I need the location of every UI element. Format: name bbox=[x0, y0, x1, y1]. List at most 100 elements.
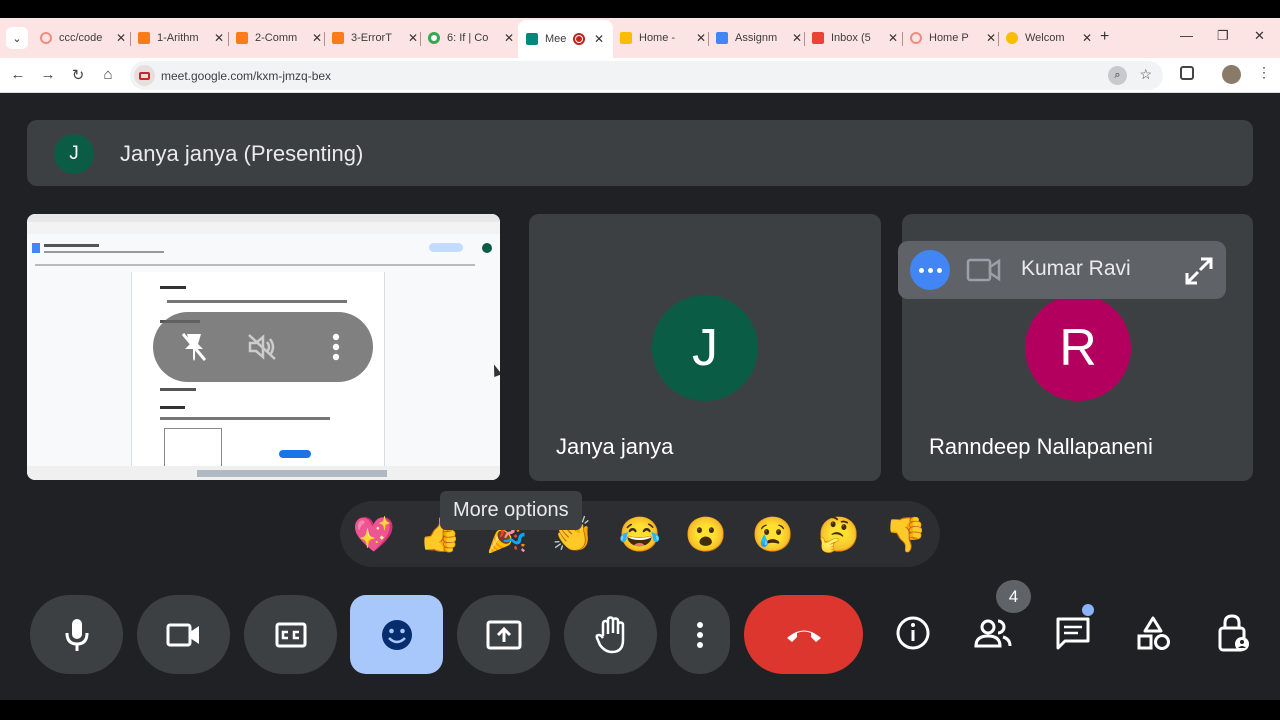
self-view-bar: Kumar Ravi bbox=[898, 241, 1226, 299]
tab-favicon-icon bbox=[428, 32, 440, 44]
back-button[interactable]: ← bbox=[9, 66, 27, 83]
tab-close-icon[interactable]: ✕ bbox=[695, 31, 707, 45]
unpin-icon[interactable] bbox=[173, 326, 215, 368]
docs-favicon-icon bbox=[716, 32, 728, 44]
send-reaction-button[interactable] bbox=[350, 595, 443, 674]
participant-tile[interactable]: J Janya janya bbox=[529, 214, 881, 481]
tab-close-icon[interactable]: ✕ bbox=[213, 31, 225, 45]
meeting-details-button[interactable] bbox=[891, 611, 935, 655]
tooltip: More options bbox=[440, 491, 582, 530]
top-letterbox bbox=[0, 0, 1280, 18]
site-info-icon[interactable] bbox=[134, 65, 155, 86]
muted-audio-icon[interactable] bbox=[241, 326, 283, 368]
tab-strip: ⌄ ccc/code ✕ 1-Arithm ✕ 2-Comm ✕ 3-Error… bbox=[0, 18, 1280, 58]
browser-tab[interactable]: 1-Arithm ✕ bbox=[138, 24, 225, 52]
tile-controls-overlay bbox=[153, 312, 373, 382]
tab-label: 6: If | Co bbox=[447, 32, 489, 44]
presenter-banner: J Janya janya (Presenting) bbox=[27, 120, 1253, 186]
new-tab-button[interactable]: + bbox=[1100, 28, 1109, 46]
extensions-icon[interactable] bbox=[1180, 66, 1194, 80]
tab-label: Welcom bbox=[1025, 32, 1065, 44]
close-window-button[interactable]: ✕ bbox=[1254, 28, 1265, 44]
tab-favicon-icon bbox=[910, 32, 922, 44]
tab-label: Assignm bbox=[735, 32, 778, 44]
more-vert-icon[interactable] bbox=[315, 326, 357, 368]
browser-tab[interactable]: 2-Comm ✕ bbox=[236, 24, 323, 52]
closed-captions-icon bbox=[275, 622, 306, 647]
address-row: ← → ↻ ⌂ meet.google.com/kxm-jmzq-bex ⌕ ☆… bbox=[0, 58, 1280, 93]
emoji-smile-icon bbox=[381, 619, 412, 650]
tab-favicon-icon bbox=[332, 32, 344, 44]
gmail-favicon-icon bbox=[812, 32, 824, 44]
browser-tab[interactable]: 3-ErrorT ✕ bbox=[332, 24, 419, 52]
meet-favicon-icon bbox=[526, 33, 538, 45]
microphone-button[interactable] bbox=[30, 595, 123, 674]
tab-favicon-icon bbox=[1006, 32, 1018, 44]
restore-button[interactable]: ❐ bbox=[1217, 28, 1229, 44]
browser-tab[interactable]: Inbox (5 ✕ bbox=[812, 24, 899, 52]
tab-label: 3-ErrorT bbox=[351, 32, 392, 44]
host-controls-lock-icon bbox=[1218, 614, 1249, 652]
minimize-button[interactable]: — bbox=[1180, 28, 1193, 43]
tab-close-icon[interactable]: ✕ bbox=[887, 31, 899, 45]
microphone-icon bbox=[65, 618, 88, 651]
tab-search-button[interactable]: ⌄ bbox=[6, 27, 28, 49]
bottom-letterbox bbox=[0, 700, 1280, 720]
browser-tab[interactable]: Home P ✕ bbox=[910, 24, 997, 52]
browser-tab[interactable]: Welcom ✕ bbox=[1006, 24, 1093, 52]
presenter-label: Janya janya (Presenting) bbox=[120, 141, 364, 166]
self-view-options-button[interactable] bbox=[910, 250, 950, 290]
chat-unread-indicator bbox=[1082, 604, 1094, 616]
tab-favicon-icon bbox=[40, 32, 52, 44]
reload-button[interactable]: ↻ bbox=[69, 66, 87, 84]
bookmark-star-icon[interactable]: ☆ bbox=[1139, 66, 1152, 83]
more-options-button[interactable] bbox=[670, 595, 730, 674]
leave-call-button[interactable] bbox=[744, 595, 863, 674]
chat-icon bbox=[1056, 617, 1090, 650]
shared-screen-tile[interactable] bbox=[27, 214, 500, 480]
profile-avatar[interactable] bbox=[1222, 65, 1241, 84]
forward-button[interactable]: → bbox=[39, 66, 57, 83]
tab-close-icon[interactable]: ✕ bbox=[593, 32, 605, 46]
address-bar[interactable]: meet.google.com/kxm-jmzq-bex ⌕ ☆ bbox=[130, 61, 1163, 90]
zoom-icon[interactable]: ⌕ bbox=[1108, 66, 1127, 85]
tab-close-icon[interactable]: ✕ bbox=[503, 31, 515, 45]
present-screen-button[interactable] bbox=[457, 595, 550, 674]
reaction-surprised[interactable]: 😮 bbox=[684, 513, 728, 557]
raise-hand-icon bbox=[595, 615, 624, 653]
browser-tab[interactable]: 6: If | Co ✕ bbox=[428, 24, 515, 52]
people-button[interactable] bbox=[971, 611, 1015, 655]
activities-button[interactable] bbox=[1131, 611, 1175, 655]
reaction-tears-of-joy[interactable]: 😂 bbox=[618, 513, 662, 557]
participant-avatar: R bbox=[1025, 295, 1131, 401]
tab-close-icon[interactable]: ✕ bbox=[1081, 31, 1093, 45]
browser-tab[interactable]: Assignm ✕ bbox=[716, 24, 803, 52]
home-button[interactable]: ⌂ bbox=[99, 66, 117, 83]
reaction-thinking[interactable]: 🤔 bbox=[817, 513, 861, 557]
raise-hand-button[interactable] bbox=[564, 595, 657, 674]
reaction-crying[interactable]: 😢 bbox=[751, 513, 795, 557]
tab-close-icon[interactable]: ✕ bbox=[311, 31, 323, 45]
reaction-bar: 💖 👍 🎉 👏 😂 😮 😢 🤔 👎 bbox=[340, 501, 940, 567]
tab-close-icon[interactable]: ✕ bbox=[791, 31, 803, 45]
presenter-avatar: J bbox=[54, 134, 94, 174]
browser-tab[interactable]: Home - ✕ bbox=[620, 24, 707, 52]
captions-button[interactable] bbox=[244, 595, 337, 674]
browser-tab-active[interactable]: Mee ✕ bbox=[518, 20, 613, 58]
tab-close-icon[interactable]: ✕ bbox=[115, 31, 127, 45]
chat-button[interactable] bbox=[1051, 611, 1095, 655]
camera-button[interactable] bbox=[137, 595, 230, 674]
browser-tab[interactable]: ccc/code ✕ bbox=[40, 24, 127, 52]
camera-off-icon bbox=[966, 257, 1002, 288]
info-icon bbox=[896, 616, 930, 650]
tab-close-icon[interactable]: ✕ bbox=[985, 31, 997, 45]
expand-icon[interactable] bbox=[1184, 256, 1214, 291]
tab-label: 2-Comm bbox=[255, 32, 298, 44]
camera-icon bbox=[166, 623, 199, 646]
reaction-thumbs-down[interactable]: 👎 bbox=[884, 513, 928, 557]
browser-menu-icon[interactable]: ⋮ bbox=[1257, 64, 1271, 81]
host-controls-button[interactable] bbox=[1211, 611, 1255, 655]
people-icon bbox=[974, 619, 1012, 648]
tab-close-icon[interactable]: ✕ bbox=[407, 31, 419, 45]
reaction-sparkling-heart[interactable]: 💖 bbox=[352, 513, 396, 557]
